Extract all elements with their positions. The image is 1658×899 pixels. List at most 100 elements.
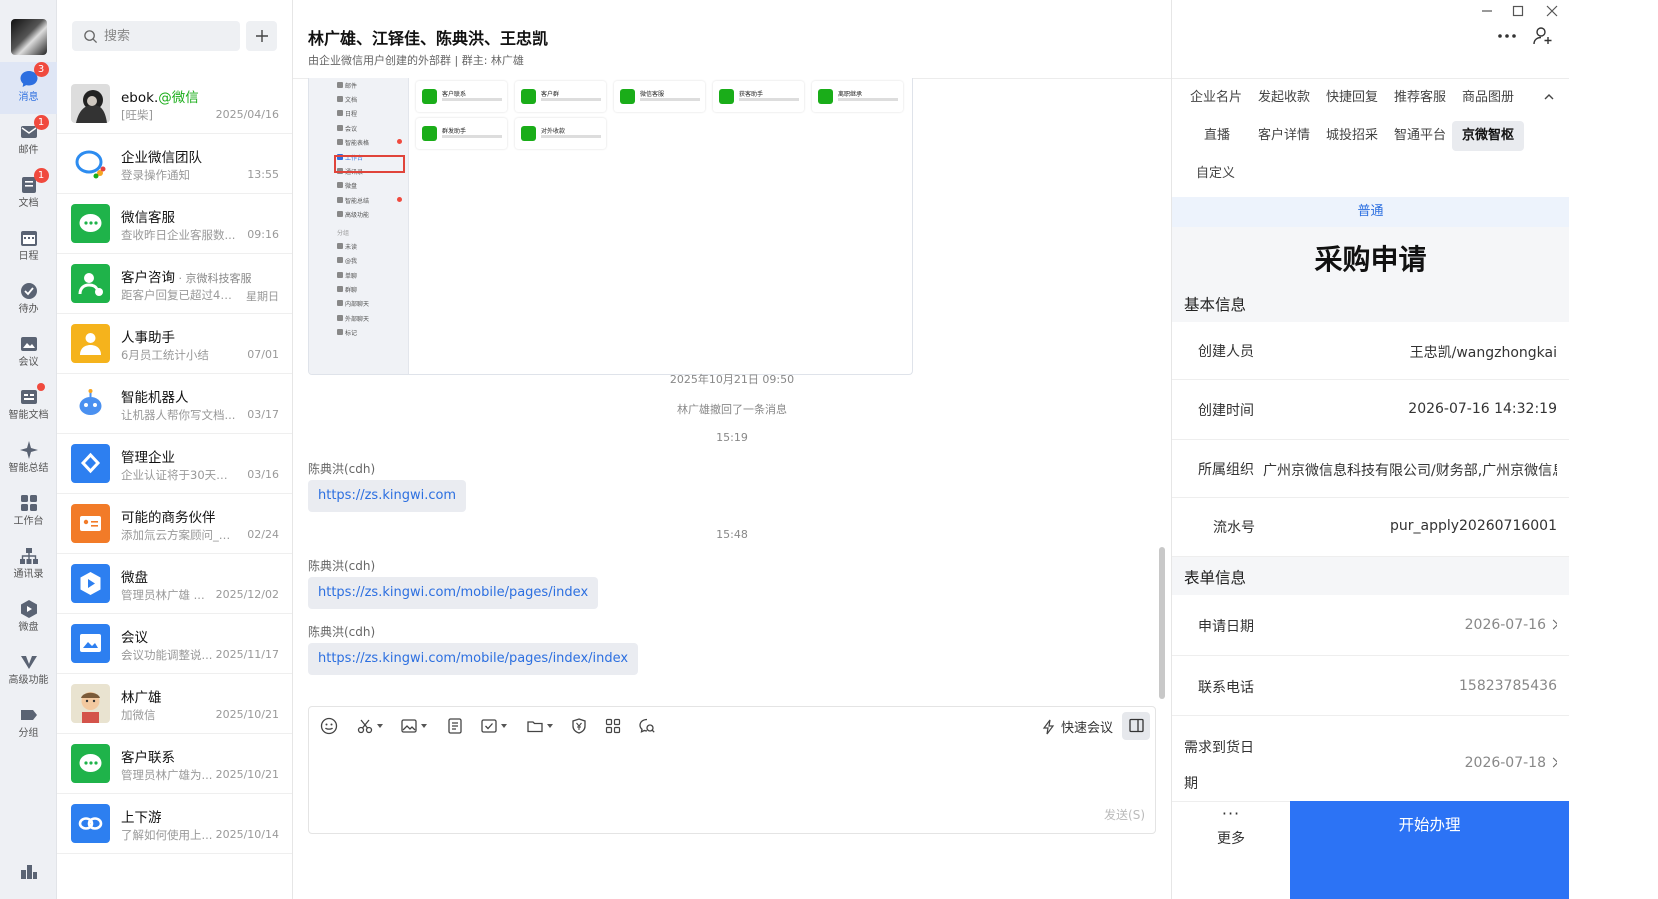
minimize-icon[interactable] (1480, 4, 1494, 18)
close-icon[interactable] (1545, 4, 1559, 18)
tab-collect-payment[interactable]: 发起收款 (1248, 83, 1320, 113)
tab-live[interactable]: 直播 (1194, 121, 1240, 151)
rail-item-workbench[interactable]: 工作台 (0, 486, 57, 538)
tab-customer-detail[interactable]: 客户详情 (1248, 121, 1320, 151)
maximize-icon[interactable] (1511, 4, 1525, 18)
more-button[interactable]: ··· 更多 (1172, 801, 1290, 899)
conversation-item[interactable]: 人事助手 6月员工统计小结 07/01 (57, 314, 292, 374)
rail-item-meeting[interactable]: 会议 (0, 327, 57, 379)
tag-icon (18, 704, 40, 726)
file-button[interactable] (526, 717, 553, 737)
conversation-item[interactable]: 上下游 了解如何使用上... 2025/10/14 (57, 794, 292, 854)
quick-meeting-button[interactable]: 快速会议 (1041, 717, 1113, 737)
image-button[interactable] (400, 717, 427, 737)
rail-label: 待办 (18, 304, 39, 315)
conversation-item[interactable]: 会议 会议功能调整说... 2025/11/17 (57, 614, 292, 674)
timestamp: 15:19 (716, 431, 748, 444)
rail-item-drive[interactable]: 微盘 (0, 592, 57, 644)
manage-enterprise-icon (71, 444, 110, 483)
field-due-date[interactable]: 需求到货日 期 2026-07-18 (1172, 716, 1569, 801)
tab-city-procurement[interactable]: 城投招采 (1316, 121, 1388, 151)
link-message[interactable]: https://zs.kingwi.com (308, 480, 467, 512)
conversation-name: 会议 (121, 630, 148, 646)
menu-icon (337, 315, 343, 321)
rail-item-calendar[interactable]: 日程 (0, 221, 57, 273)
rail-item-mail[interactable]: 1 邮件 (0, 115, 57, 167)
rail-label: 工作台 (13, 516, 44, 527)
field-phone[interactable]: 联系电话 15823785436 (1172, 656, 1569, 716)
rail-item-smart-summary[interactable]: 智能总结 (0, 433, 57, 485)
rail-item-docs[interactable]: 1 文档 (0, 168, 57, 220)
conversation-item[interactable]: 微信客服 查收昨日企业客服数... 09:16 (57, 194, 292, 254)
smart-doc-icon (18, 383, 45, 408)
app-icon (422, 89, 437, 104)
search-box[interactable] (72, 21, 240, 51)
supply-chain-icon (71, 804, 110, 843)
my-avatar[interactable] (11, 19, 47, 55)
message-input[interactable] (319, 747, 1144, 807)
screenshot-card: 获客助手 (713, 81, 804, 112)
toggle-side-panel-button[interactable] (1122, 712, 1150, 740)
screenshot-menu-item: 邮件 (345, 83, 358, 90)
conversation-item[interactable]: 企业微信团队 登录操作通知 13:55 (57, 134, 292, 194)
chat-subtitle: 由企业微信用户创建的外部群 | 群主: 林广雄 (308, 54, 524, 67)
rail-item-contacts[interactable]: 通讯录 (0, 539, 57, 591)
menu-icon (337, 182, 343, 188)
rail-label: 智能文档 (8, 410, 49, 421)
tab-product-album[interactable]: 商品图册 (1452, 83, 1524, 113)
check-box-icon (481, 719, 497, 733)
link-message[interactable]: https://zs.kingwi.com/mobile/pages/index… (308, 643, 639, 675)
shared-screenshot[interactable]: 邮件 文档 日程 会议 智能表格 工作台 通讯录 微盘 智能总结 高级功能 分组… (308, 78, 913, 375)
rail-label: 分组 (18, 728, 39, 739)
conversation-time: 13:55 (247, 168, 279, 181)
stats-icon[interactable] (18, 860, 40, 882)
chevron-up-icon[interactable] (1542, 90, 1556, 104)
start-processing-button[interactable]: 开始办理 (1290, 801, 1569, 899)
add-member-icon[interactable] (1532, 25, 1554, 47)
conversation-item[interactable]: 客户咨询 · 京微科技客服 距客户回复已超过48... 星期日 (57, 254, 292, 314)
conversation-item[interactable]: 林广雄 加微信 2025/10/21 (57, 674, 292, 734)
conversation-time: 2025/11/17 (215, 648, 279, 661)
app-icon (818, 89, 833, 104)
add-button[interactable] (246, 21, 277, 51)
more-options-icon[interactable] (1496, 26, 1518, 46)
menu-icon (337, 286, 343, 292)
v-logo-icon (18, 651, 40, 673)
apps-button[interactable] (604, 717, 622, 737)
field-serial: 流水号 pur_apply20260716001 (1172, 498, 1569, 557)
rail-item-todo[interactable]: 待办 (0, 274, 57, 326)
card-desc (739, 98, 799, 101)
chat-scrollbar[interactable] (1159, 547, 1165, 699)
payment-button[interactable] (570, 717, 588, 737)
rail-item-messages[interactable]: 3 消息 (0, 62, 57, 114)
field-creator: 创建人员 王忠凯/wangzhongkai (1172, 322, 1569, 380)
conversation-item[interactable]: 管理企业 企业认证将于30天后... 03/16 (57, 434, 292, 494)
conversation-item[interactable]: 微盘 管理员林广雄 ... 2025/12/02 (57, 554, 292, 614)
conversation-item[interactable]: 智能机器人 让机器人帮你写文档... 03/17 (57, 374, 292, 434)
conversation-time: 2025/04/16 (215, 108, 279, 121)
history-search-button[interactable] (638, 717, 656, 737)
todo-button[interactable] (480, 717, 507, 737)
rail-item-smart-docs[interactable]: 智能文档 (0, 380, 57, 432)
emoji-button[interactable] (320, 717, 338, 737)
send-button[interactable]: 发送(S) (1104, 806, 1145, 823)
tab-recommend-service[interactable]: 推荐客服 (1384, 83, 1456, 113)
tab-jingwei-zhishu[interactable]: 京微智枢 (1452, 121, 1525, 151)
rail-item-advanced[interactable]: 高级功能 (0, 645, 57, 697)
tab-custom[interactable]: 自定义 (1186, 159, 1245, 189)
field-apply-date[interactable]: 申请日期 2026-07-16 (1172, 595, 1569, 656)
screenshot-button[interactable] (356, 717, 383, 737)
conversation-item[interactable]: 可能的商务伙伴 添加氚云方案顾问_智... 02/24 (57, 494, 292, 554)
rail-item-groups[interactable]: 分组 (0, 698, 57, 750)
conversation-time: 02/24 (247, 528, 279, 541)
rail-label: 智能总结 (8, 463, 49, 474)
tab-zhitong-platform[interactable]: 智通平台 (1384, 121, 1456, 151)
search-input[interactable] (104, 21, 234, 51)
conversation-item[interactable]: ebok.@微信 [旺柴] 2025/04/16 (57, 74, 292, 134)
doc-button[interactable] (446, 717, 464, 737)
menu-icon (337, 211, 343, 217)
link-message[interactable]: https://zs.kingwi.com/mobile/pages/index (308, 577, 599, 609)
conversation-item[interactable]: 客户联系 管理员林广雄为... 2025/10/21 (57, 734, 292, 794)
tab-business-card[interactable]: 企业名片 (1180, 83, 1252, 113)
tab-quick-reply[interactable]: 快捷回复 (1316, 83, 1388, 113)
